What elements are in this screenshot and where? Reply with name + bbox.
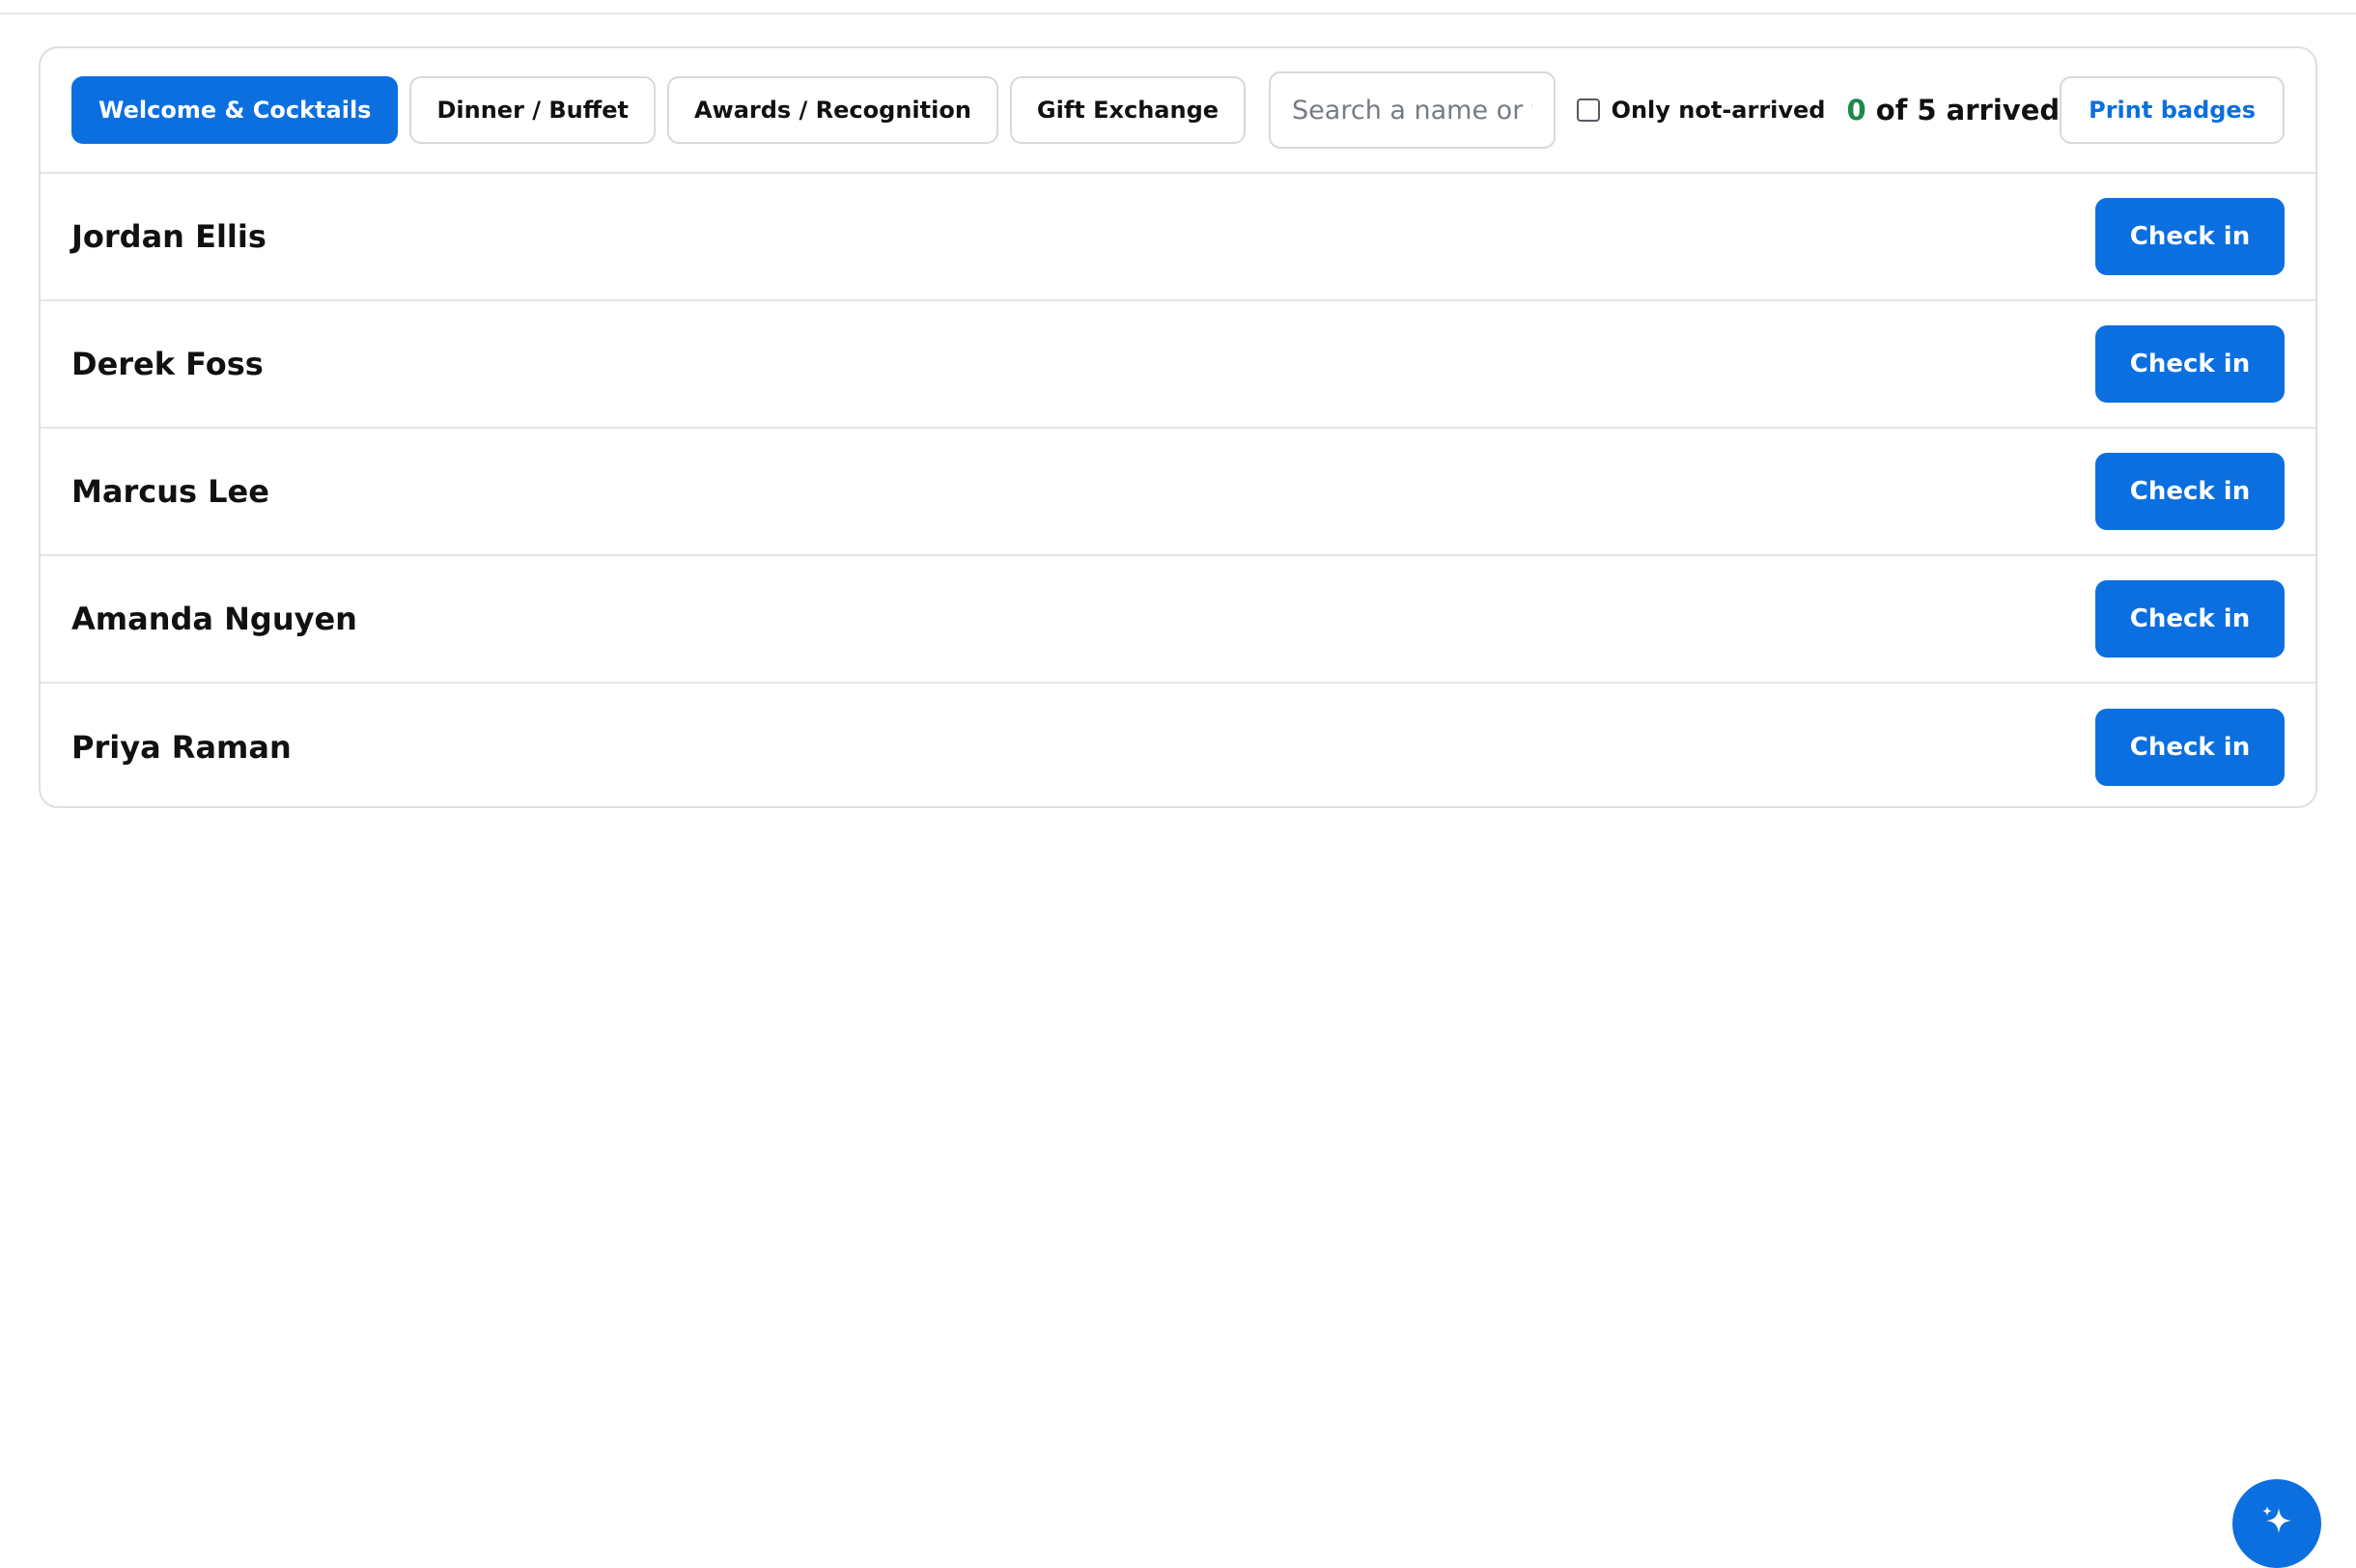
check-in-button[interactable]: Check in xyxy=(2095,453,2285,530)
guest-row: Priya Raman Check in xyxy=(41,684,2315,806)
arrived-total-text: of 5 arrived xyxy=(1865,94,2061,126)
only-not-arrived-label: Only not-arrived xyxy=(1611,97,1826,124)
arrived-summary: 0 of 5 arrived xyxy=(1846,94,2060,126)
guest-row: Marcus Lee Check in xyxy=(41,429,2315,556)
only-not-arrived-checkbox[interactable] xyxy=(1576,98,1600,122)
check-in-button[interactable]: Check in xyxy=(2095,198,2285,275)
search-input[interactable] xyxy=(1269,71,1556,149)
guest-row: Amanda Nguyen Check in xyxy=(41,556,2315,684)
print-badges-button[interactable]: Print badges xyxy=(2060,76,2285,144)
check-in-button[interactable]: Check in xyxy=(2095,709,2285,786)
tab-gift-exchange[interactable]: Gift Exchange xyxy=(1009,76,1247,144)
guest-row: Jordan Ellis Check in xyxy=(41,174,2315,301)
guest-name: Amanda Nguyen xyxy=(71,601,357,637)
check-in-button[interactable]: Check in xyxy=(2095,325,2285,403)
guest-name: Marcus Lee xyxy=(71,473,269,510)
arrived-count: 0 xyxy=(1846,94,1866,126)
guest-name: Priya Raman xyxy=(71,729,292,766)
tab-welcome-cocktails[interactable]: Welcome & Cocktails xyxy=(71,76,399,144)
top-header-bar xyxy=(0,0,2356,14)
tab-dinner-buffet[interactable]: Dinner / Buffet xyxy=(409,76,656,144)
search-container xyxy=(1269,71,1556,149)
check-in-button[interactable]: Check in xyxy=(2095,580,2285,658)
guest-name: Jordan Ellis xyxy=(71,218,266,255)
guest-row: Derek Foss Check in xyxy=(41,301,2315,429)
guest-name: Derek Foss xyxy=(71,346,264,382)
assistant-fab-button[interactable] xyxy=(2232,1479,2321,1568)
sparkle-icon xyxy=(2258,1502,2296,1545)
toolbar: Welcome & Cocktails Dinner / Buffet Awar… xyxy=(41,48,2315,174)
guest-list: Jordan Ellis Check in Derek Foss Check i… xyxy=(41,174,2315,806)
only-not-arrived-filter[interactable]: Only not-arrived xyxy=(1576,97,1826,124)
checkin-panel: Welcome & Cocktails Dinner / Buffet Awar… xyxy=(39,46,2317,808)
tab-awards-recognition[interactable]: Awards / Recognition xyxy=(666,76,998,144)
